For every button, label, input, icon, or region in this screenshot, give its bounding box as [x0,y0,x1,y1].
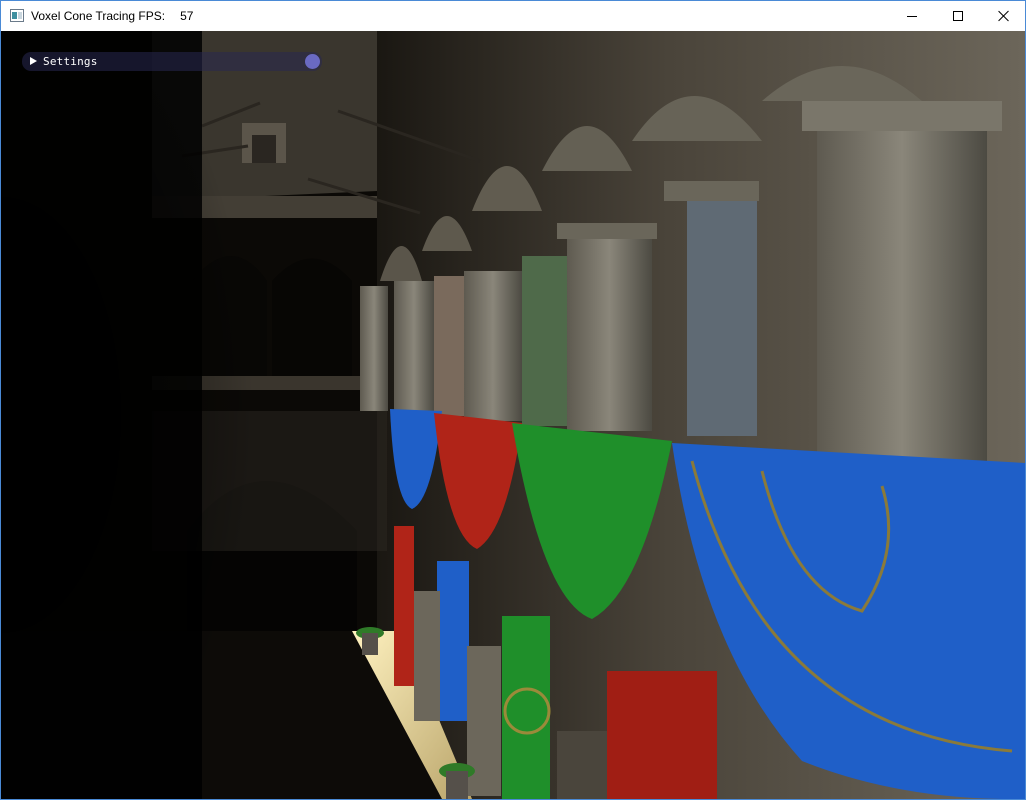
close-button[interactable] [981,1,1026,31]
settings-grip-handle[interactable] [305,54,320,69]
app-window-icon [10,9,24,22]
window-title-label: Voxel Cone Tracing FPS: [31,9,166,23]
minimize-icon [907,15,917,17]
maximize-button[interactable] [935,1,981,31]
triangle-right-icon[interactable] [30,57,37,65]
render-viewport[interactable]: Settings [2,31,1025,799]
maximize-icon [953,11,963,21]
app-window: Voxel Cone Tracing FPS: 57 Settings [0,0,1026,800]
settings-label: Settings [43,55,98,68]
minimize-button[interactable] [889,1,935,31]
fps-value: 57 [180,9,194,23]
window-title: Voxel Cone Tracing FPS: 57 [31,9,193,23]
scene-render [2,31,1025,799]
title-bar[interactable]: Voxel Cone Tracing FPS: 57 [1,1,1025,31]
settings-panel-header[interactable]: Settings [22,52,322,71]
close-icon [998,10,1010,22]
